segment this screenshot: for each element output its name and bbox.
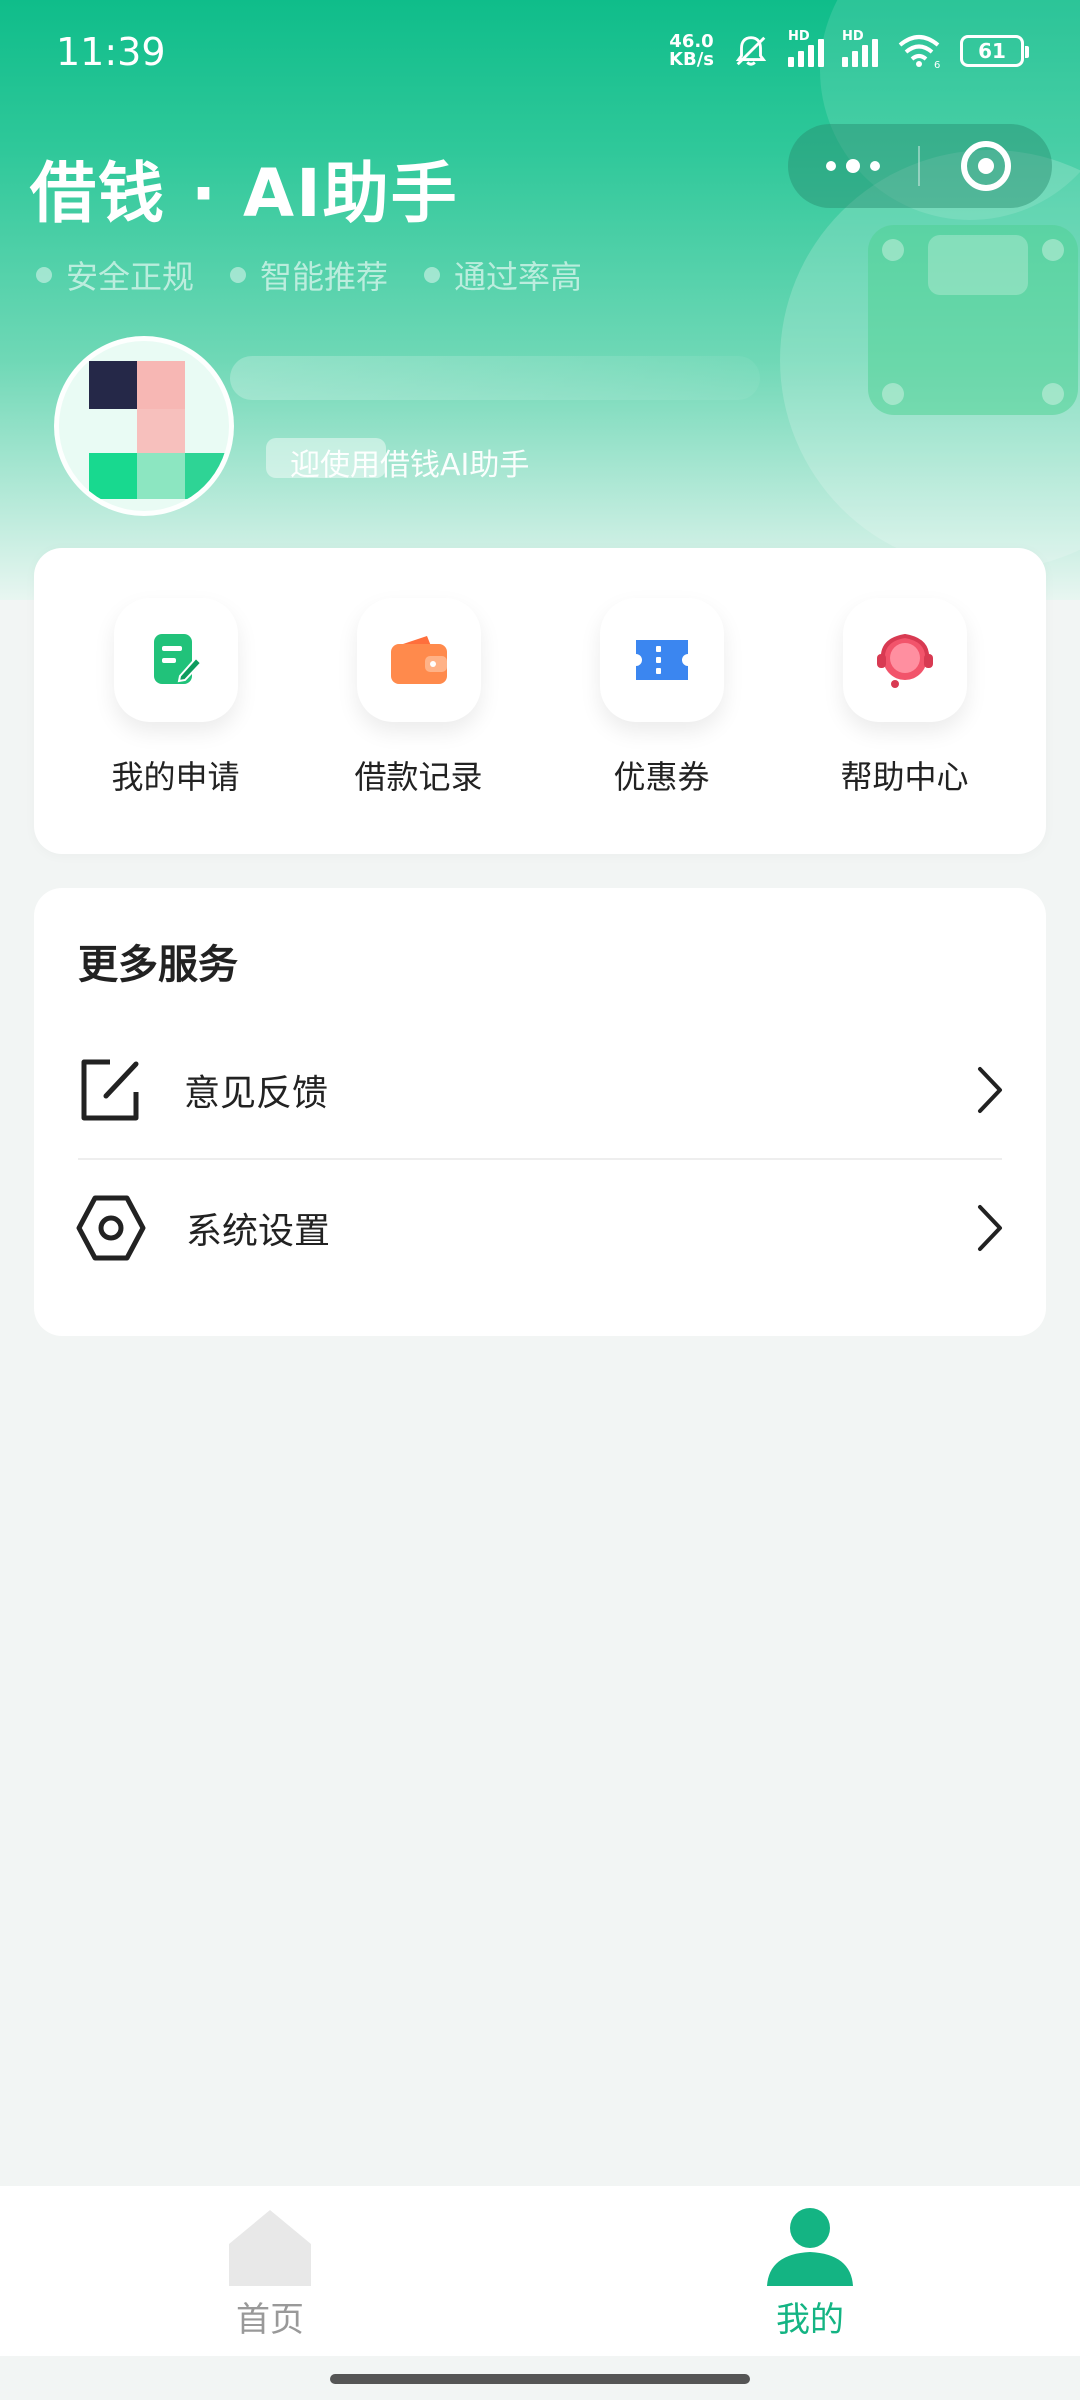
status-icons: 46.0 KB/s HD HD 6 61 <box>669 29 1029 70</box>
settings-label: 系统设置 <box>186 1211 331 1252</box>
headset-icon <box>876 633 933 688</box>
quick-action-label: 我的申请 <box>111 758 240 796</box>
page-title: 借钱 · AI助手 <box>30 155 459 232</box>
quick-action-icon-wrap <box>599 598 724 722</box>
nav-home-label: 首页 <box>236 2300 304 2340</box>
feature-tag: 安全正规 <box>36 252 194 298</box>
feature-tag: 通过率高 <box>424 252 582 298</box>
wallet-icon <box>390 636 447 684</box>
svg-text:6: 6 <box>934 60 940 69</box>
quick-action-icon-wrap <box>113 598 238 722</box>
quick-action-label: 借款记录 <box>354 758 483 796</box>
quick-action-loan-records[interactable]: 借款记录 <box>319 598 519 854</box>
section-title: 更多服务 <box>78 942 238 988</box>
avatar[interactable] <box>54 336 234 516</box>
quick-action-help-center[interactable]: 帮助中心 <box>805 598 1005 854</box>
status-time: 11:39 <box>56 30 166 74</box>
home-indicator[interactable] <box>330 2374 750 2384</box>
feedback-row[interactable]: 意见反馈 <box>76 1022 1004 1158</box>
more-options-button[interactable] <box>788 159 918 173</box>
miniprogram-capsule <box>788 124 1052 208</box>
wallet-illustration <box>868 225 1078 415</box>
battery-icon: 61 <box>960 35 1029 67</box>
feature-tags: 安全正规 智能推荐 通过率高 <box>36 252 582 298</box>
home-icon <box>229 2210 311 2286</box>
chevron-right-icon <box>978 1205 1002 1251</box>
nav-home[interactable]: 首页 <box>170 2208 370 2341</box>
quick-action-label: 优惠券 <box>613 758 710 796</box>
quick-action-icon-wrap <box>356 598 481 722</box>
edit-note-icon <box>153 634 202 684</box>
dot-icon <box>36 267 52 283</box>
close-miniprogram-button[interactable] <box>920 141 1052 191</box>
mute-bell-icon <box>735 36 767 66</box>
ticket-icon <box>635 640 688 680</box>
more-services-card: 更多服务 意见反馈 系统设置 <box>34 888 1046 1336</box>
feedback-edit-icon <box>81 1059 139 1121</box>
chevron-right-icon <box>978 1067 1002 1113</box>
wifi-icon: 6 <box>898 35 940 69</box>
nav-mine[interactable]: 我的 <box>710 2208 910 2341</box>
quick-action-coupons[interactable]: 优惠券 <box>562 598 762 854</box>
username-obscured <box>230 356 760 400</box>
feedback-label: 意见反馈 <box>184 1073 329 1114</box>
nav-mine-label: 我的 <box>776 2300 844 2340</box>
settings-row[interactable]: 系统设置 <box>76 1160 1004 1296</box>
dot-icon <box>230 267 247 283</box>
bottom-navigation: 首页 我的 <box>0 2186 1080 2356</box>
welcome-text: 迎使用借钱AI助手 <box>290 448 530 483</box>
quick-action-label: 帮助中心 <box>840 758 969 796</box>
quick-action-icon-wrap <box>842 598 967 722</box>
dot-icon <box>424 267 441 283</box>
settings-hex-icon <box>76 1195 146 1261</box>
quick-actions-card: 我的申请 借款记录 优惠券 帮助中心 <box>34 548 1046 854</box>
cell-signal-1-icon: HD <box>788 29 824 67</box>
network-speed: 46.0 KB/s <box>669 31 714 70</box>
user-icon <box>767 2208 853 2286</box>
status-bar: 11:39 46.0 KB/s HD HD 6 61 <box>0 0 1080 110</box>
target-icon <box>961 141 1011 191</box>
cell-signal-2-icon: HD <box>842 29 878 67</box>
quick-action-my-applications[interactable]: 我的申请 <box>76 598 276 854</box>
feature-tag: 智能推荐 <box>230 252 388 298</box>
